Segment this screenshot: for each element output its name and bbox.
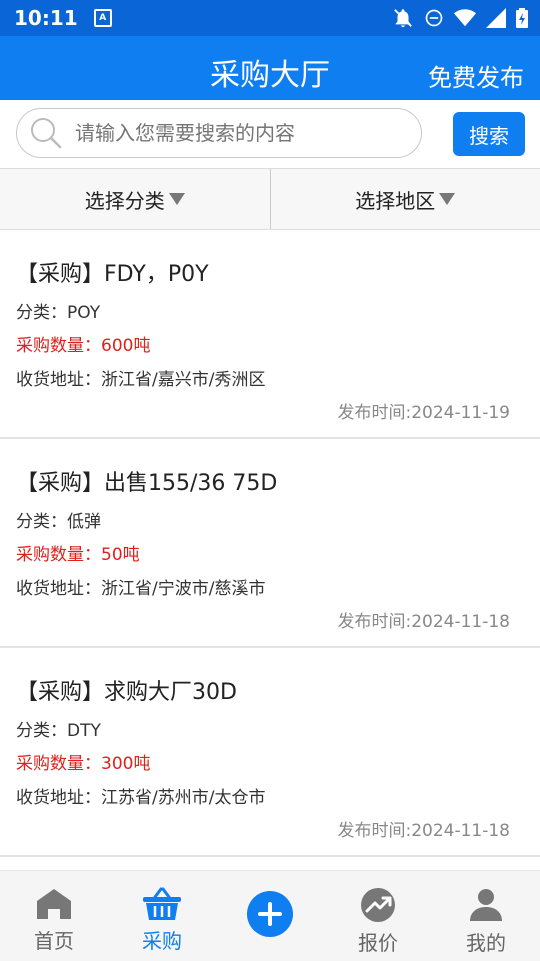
wifi-icon	[454, 8, 476, 28]
bottom-tab-bar: 首页 采购 报价 我的	[0, 870, 540, 961]
item-address: 收货地址：江苏省/苏州市/太仓市	[16, 783, 265, 808]
region-filter[interactable]: 选择地区	[270, 169, 540, 229]
trend-icon	[360, 887, 396, 923]
purchase-item[interactable]: 【采购】出售155/36 75D 分类：低弹 采购数量：50吨 收货地址：浙江省…	[0, 439, 540, 648]
item-quantity: 采购数量：300吨	[16, 749, 150, 774]
plus-icon	[255, 899, 285, 929]
item-title: 【采购】求购大厂30D	[16, 674, 237, 706]
tab-quote[interactable]: 报价	[324, 871, 432, 961]
item-publish-time: 发布时间:2024-11-18	[337, 816, 510, 841]
tab-mine-label: 我的	[466, 927, 506, 956]
add-button[interactable]	[247, 891, 293, 937]
search-box[interactable]	[16, 108, 422, 158]
status-bar: 10:11 A	[0, 0, 540, 36]
notifications-off-icon	[392, 7, 414, 29]
search-input[interactable]	[73, 120, 397, 146]
caret-down-icon	[439, 193, 455, 205]
user-icon	[468, 887, 504, 923]
item-category: 分类：低弹	[16, 507, 101, 532]
tab-home-label: 首页	[34, 925, 74, 954]
free-publish-button[interactable]: 免费发布	[428, 58, 524, 93]
dnd-icon	[424, 8, 444, 28]
tab-mine[interactable]: 我的	[432, 871, 540, 961]
item-publish-time: 发布时间:2024-11-19	[337, 398, 510, 423]
item-address: 收货地址：浙江省/嘉兴市/秀洲区	[16, 365, 265, 390]
search-icon	[29, 116, 63, 150]
purchase-list: 【采购】FDY，P0Y 分类：POY 采购数量：600吨 收货地址：浙江省/嘉兴…	[0, 230, 540, 857]
purchase-item[interactable]: 【采购】求购大厂30D 分类：DTY 采购数量：300吨 收货地址：江苏省/苏州…	[0, 648, 540, 857]
filter-bar: 选择分类 选择地区	[0, 169, 540, 230]
app-header: 采购大厅 免费发布	[0, 36, 540, 100]
tab-home[interactable]: 首页	[0, 871, 108, 961]
tab-add[interactable]	[216, 871, 324, 961]
item-publish-time: 发布时间:2024-11-18	[337, 607, 510, 632]
search-button[interactable]: 搜索	[453, 112, 525, 156]
caret-down-icon	[169, 193, 185, 205]
item-title: 【采购】FDY，P0Y	[16, 256, 209, 288]
signal-icon	[486, 8, 506, 28]
tab-quote-label: 报价	[358, 927, 398, 956]
item-quantity: 采购数量：50吨	[16, 540, 140, 565]
status-time: 10:11	[14, 6, 78, 30]
purchase-item[interactable]: 【采购】FDY，P0Y 分类：POY 采购数量：600吨 收货地址：浙江省/嘉兴…	[0, 230, 540, 439]
item-category: 分类：POY	[16, 298, 100, 323]
basket-icon	[142, 887, 182, 921]
item-category: 分类：DTY	[16, 716, 101, 741]
battery-icon	[516, 8, 528, 28]
search-bar: 搜索	[0, 100, 540, 169]
category-filter-label: 选择分类	[85, 185, 165, 214]
item-title: 【采购】出售155/36 75D	[16, 465, 277, 497]
item-quantity: 采购数量：600吨	[16, 331, 150, 356]
region-filter-label: 选择地区	[355, 185, 435, 214]
tab-purchase-label: 采购	[142, 925, 182, 954]
item-address: 收货地址：浙江省/宁波市/慈溪市	[16, 574, 265, 599]
sim-icon: A	[94, 9, 112, 27]
home-icon	[35, 887, 73, 921]
category-filter[interactable]: 选择分类	[0, 169, 270, 229]
tab-purchase[interactable]: 采购	[108, 871, 216, 961]
